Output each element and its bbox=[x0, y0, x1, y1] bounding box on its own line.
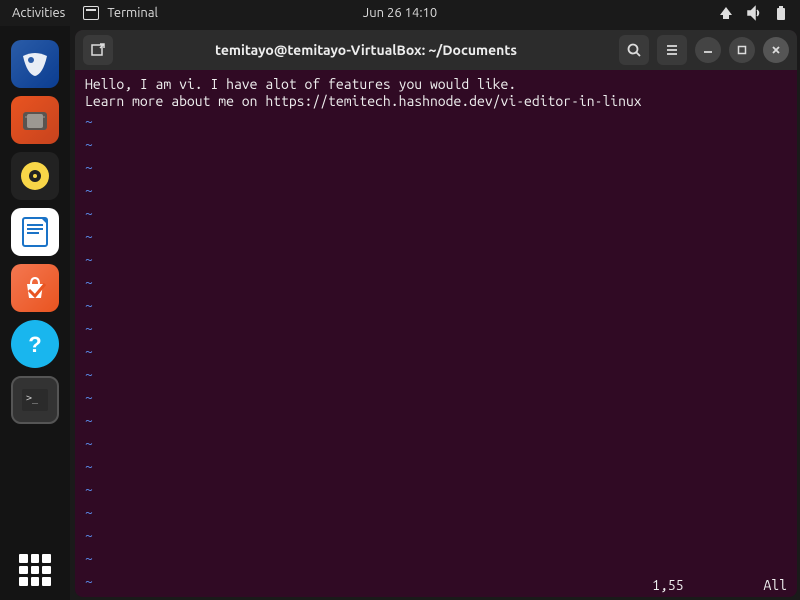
dock-help[interactable]: ? bbox=[11, 320, 59, 368]
active-app-name: Terminal bbox=[107, 6, 158, 20]
activities-button[interactable]: Activities bbox=[12, 6, 65, 20]
active-app-indicator[interactable]: Terminal bbox=[83, 6, 158, 20]
minimize-button[interactable] bbox=[695, 37, 721, 63]
editor-line-1: Hello, I am vi. I have alot of features … bbox=[85, 76, 787, 93]
close-button[interactable] bbox=[763, 37, 789, 63]
show-applications-button[interactable] bbox=[19, 554, 51, 586]
battery-icon[interactable] bbox=[774, 5, 788, 21]
maximize-button[interactable] bbox=[729, 37, 755, 63]
terminal-content[interactable]: Hello, I am vi. I have alot of features … bbox=[75, 70, 797, 577]
dock-software-center[interactable] bbox=[11, 264, 59, 312]
dock-thunderbird[interactable] bbox=[11, 40, 59, 88]
svg-text:?: ? bbox=[28, 332, 41, 357]
terminal-icon bbox=[83, 6, 99, 20]
system-topbar: Activities Terminal Jun 26 14:10 bbox=[0, 0, 800, 26]
window-titlebar: temitayo@temitayo-VirtualBox: ~/Document… bbox=[75, 30, 797, 70]
window-title: temitayo@temitayo-VirtualBox: ~/Document… bbox=[121, 42, 611, 58]
scroll-percent: All bbox=[763, 577, 787, 593]
new-tab-button[interactable] bbox=[83, 35, 113, 65]
network-icon[interactable] bbox=[718, 5, 734, 21]
dock-rhythmbox[interactable] bbox=[11, 152, 59, 200]
vi-status-bar: 1,55 All bbox=[75, 577, 797, 597]
hamburger-menu-button[interactable] bbox=[657, 35, 687, 65]
svg-text:>_: >_ bbox=[26, 393, 39, 404]
terminal-window: temitayo@temitayo-VirtualBox: ~/Document… bbox=[75, 30, 797, 597]
dock: ? >_ bbox=[0, 26, 70, 600]
cursor-position: 1,55 bbox=[652, 577, 683, 593]
empty-line-markers: ~~~~~~~~~~~~~~~~~~~~~ bbox=[85, 110, 93, 593]
editor-line-2: Learn more about me on https://temitech.… bbox=[85, 93, 787, 110]
volume-icon[interactable] bbox=[746, 5, 762, 21]
dock-terminal[interactable]: >_ bbox=[11, 376, 59, 424]
dock-files[interactable] bbox=[11, 96, 59, 144]
clock[interactable]: Jun 26 14:10 bbox=[363, 6, 437, 20]
search-button[interactable] bbox=[619, 35, 649, 65]
dock-libreoffice-writer[interactable] bbox=[11, 208, 59, 256]
